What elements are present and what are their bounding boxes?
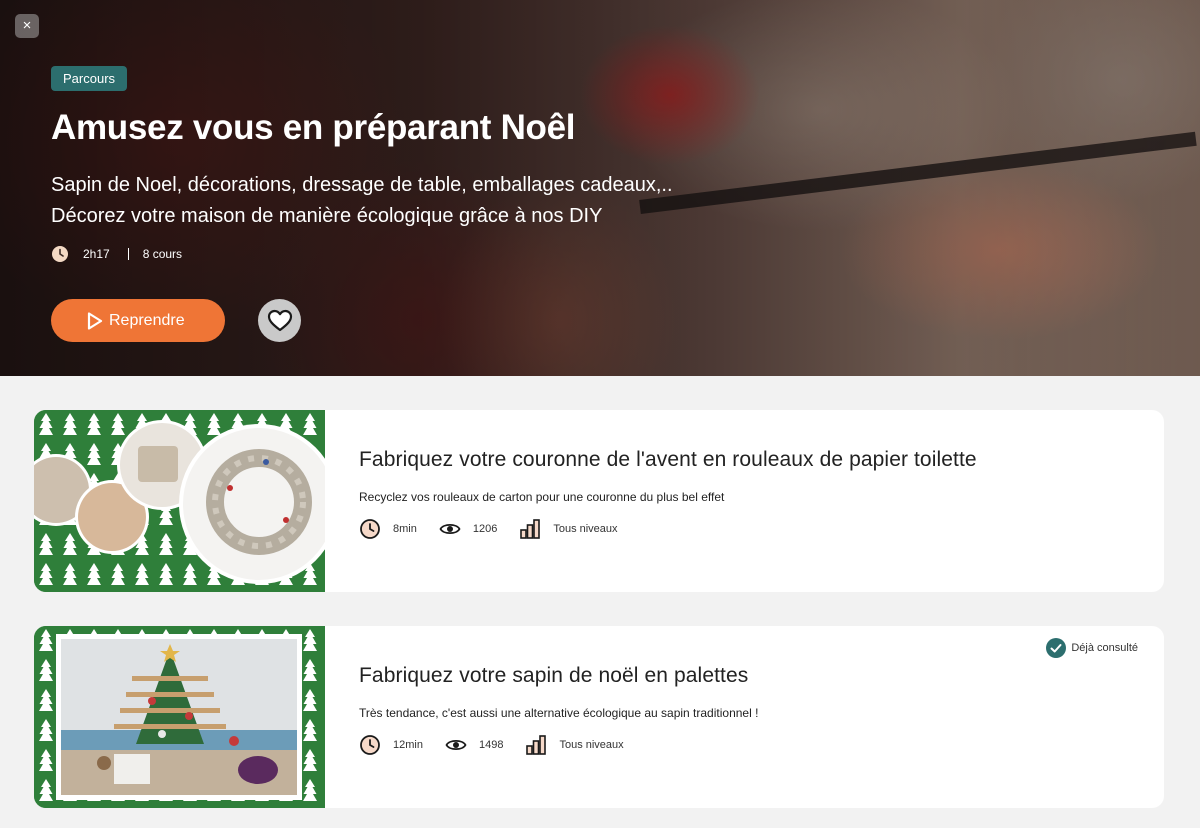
course-views: 1206	[472, 523, 498, 535]
course-views: 1498	[478, 739, 504, 751]
course-duration: 12min	[393, 739, 423, 751]
hero-subtitle-line-1: Sapin de Noel, décorations, dressage de …	[51, 174, 673, 196]
path-tag: Parcours	[51, 66, 128, 91]
course-level: Tous niveaux	[559, 739, 624, 751]
check-circle-icon	[1046, 638, 1067, 658]
close-button[interactable]: ×	[15, 14, 39, 38]
course-meta: 8min 1206 Tous niveaux	[359, 518, 640, 540]
course-title[interactable]: Fabriquez votre sapin de noël en palette…	[359, 664, 748, 688]
path-duration: 2h17	[83, 247, 110, 261]
course-card-body: Déjà consulté Fabriquez votre sapin de n…	[359, 626, 1164, 808]
course-description: Très tendance, c'est aussi une alternati…	[359, 706, 759, 720]
course-path-modal: × Parcours Amusez vous en préparant Noêl…	[0, 0, 1200, 828]
clock-icon	[360, 519, 380, 539]
play-icon	[87, 312, 103, 330]
wreath-thumbnail-image	[34, 410, 325, 592]
hero-banner: × Parcours Amusez vous en préparant Noêl…	[0, 0, 1200, 376]
eye-icon	[439, 523, 461, 535]
course-duration: 8min	[393, 523, 417, 535]
course-title[interactable]: Fabriquez votre couronne de l'avent en r…	[359, 448, 977, 472]
hero-subtitle-line-2: Décorez votre maison de manière écologiq…	[51, 205, 603, 227]
course-level: Tous niveaux	[553, 523, 618, 535]
hero-meta: 2h17 8 cours	[51, 245, 182, 263]
eye-icon	[445, 739, 467, 751]
path-course-count: 8 cours	[142, 247, 183, 261]
course-thumbnail	[34, 410, 325, 592]
pallet-tree-thumbnail-image	[34, 626, 325, 808]
close-icon: ×	[22, 17, 32, 34]
level-bars-icon	[520, 519, 541, 539]
hero-content: × Parcours Amusez vous en préparant Noêl…	[0, 0, 1200, 376]
meta-divider	[127, 248, 129, 260]
resume-button[interactable]: Reprendre	[51, 299, 225, 342]
clock-icon	[360, 735, 380, 755]
level-bars-icon	[526, 735, 547, 755]
already-viewed-label: Déjà consulté	[1071, 642, 1138, 654]
course-thumbnail	[34, 626, 325, 808]
course-card[interactable]: Déjà consulté Fabriquez votre sapin de n…	[34, 626, 1164, 808]
course-meta: 12min 1498 Tous niveaux	[359, 734, 646, 756]
course-card-body: Fabriquez votre couronne de l'avent en r…	[359, 410, 1164, 592]
course-description: Recyclez vos rouleaux de carton pour une…	[359, 490, 725, 504]
favorite-button[interactable]	[258, 299, 301, 342]
page-title: Amusez vous en préparant Noêl	[51, 108, 576, 147]
resume-button-label: Reprendre	[109, 311, 185, 329]
already-viewed-badge: Déjà consulté	[1046, 638, 1138, 658]
course-card[interactable]: Fabriquez votre couronne de l'avent en r…	[34, 410, 1164, 592]
heart-icon	[267, 309, 292, 331]
clock-icon	[52, 246, 68, 262]
